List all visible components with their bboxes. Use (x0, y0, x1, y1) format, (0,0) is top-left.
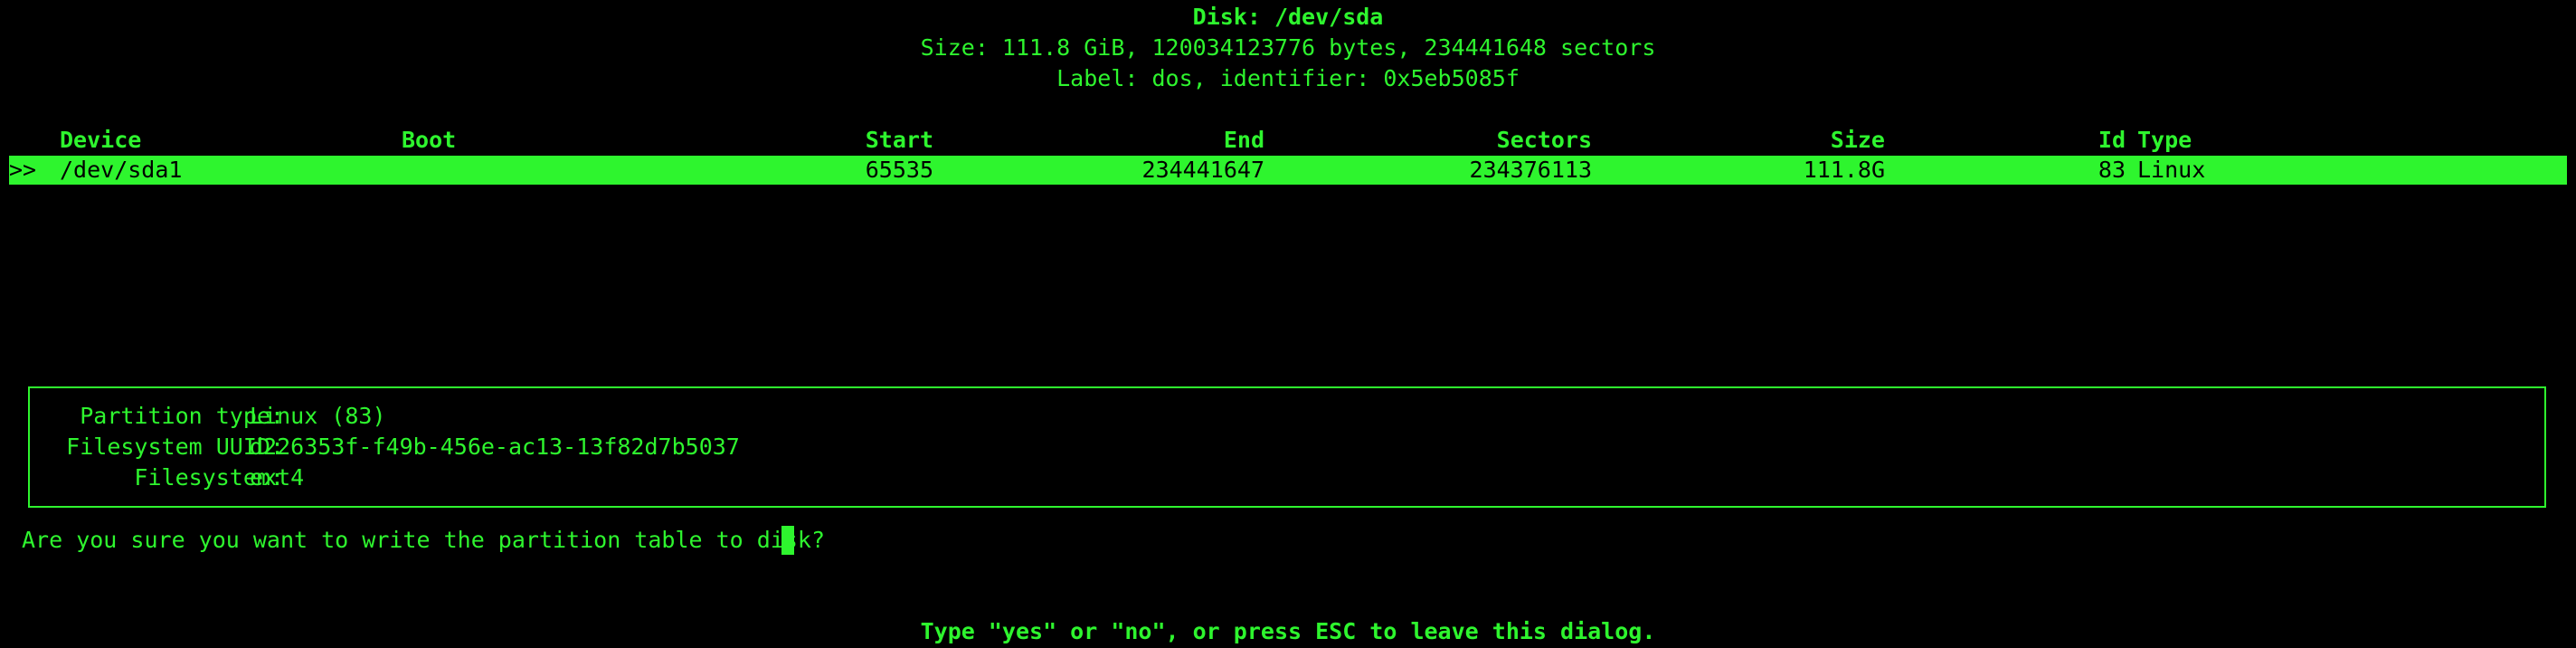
column-start: Start (865, 127, 933, 153)
partition-type-label: Partition type: (80, 403, 284, 429)
selection-marker: >> (9, 157, 37, 183)
row-id: 83 (2098, 157, 2126, 183)
filesystem-uuid-label: Filesystem UUID: (66, 434, 284, 460)
row-size: 111.8G (1803, 157, 1885, 183)
write-confirm-prompt: Are you sure you want to write the parti… (22, 527, 826, 553)
disk-label: Label: dos, identifier: 0x5eb5085f (1056, 65, 1520, 91)
row-end: 234441647 (1141, 157, 1264, 183)
column-device: Device (60, 127, 142, 153)
filesystem-label: Filesystem: (134, 464, 284, 491)
column-id: Id (2098, 127, 2126, 153)
row-type: Linux (2137, 157, 2206, 183)
disk-title: Disk: /dev/sda (1192, 4, 1384, 30)
footer-hint: Type "yes" or "no", or press ESC to leav… (920, 618, 1656, 644)
filesystem-value: ext4 (250, 464, 305, 491)
column-end: End (1223, 127, 1264, 153)
column-size: Size (1830, 127, 1885, 153)
filesystem-uuid-value: d226353f-f49b-456e-ac13-13f82d7b5037 (250, 434, 740, 460)
column-boot: Boot (402, 127, 457, 153)
text-cursor (781, 526, 794, 555)
column-type: Type (2137, 127, 2192, 153)
partition-row-selected[interactable]: >> /dev/sda1 65535 234441647 234376113 1… (9, 156, 2567, 185)
row-start: 65535 (865, 157, 933, 183)
column-sectors: Sectors (1496, 127, 1592, 153)
disk-size: Size: 111.8 GiB, 120034123776 bytes, 234… (920, 34, 1656, 61)
row-device: /dev/sda1 (60, 157, 183, 183)
partition-type-value: Linux (83) (250, 403, 386, 429)
row-sectors: 234376113 (1469, 157, 1592, 183)
